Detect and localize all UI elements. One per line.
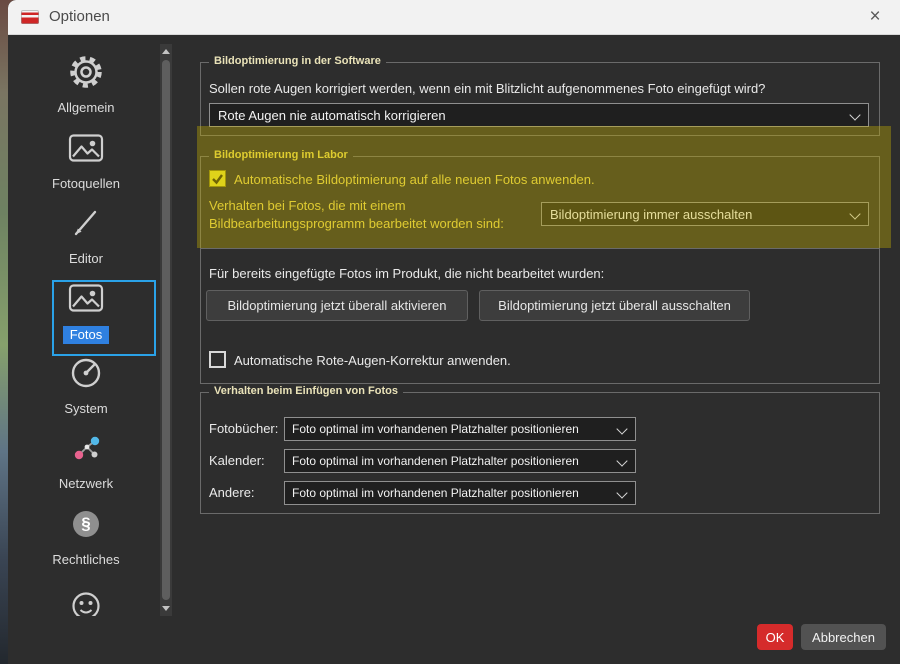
sidebar-item-label: Netzwerk — [24, 476, 148, 492]
network-icon — [24, 428, 148, 468]
fotobuecher-dropdown[interactable]: Foto optimal im vorhandenen Platzhalter … — [284, 417, 636, 441]
andere-label: Andere: — [209, 485, 255, 500]
auto-optimize-label: Automatische Bildoptimierung auf alle ne… — [234, 172, 595, 187]
photo-icon — [24, 128, 148, 168]
sidebar-scrollbar[interactable] — [160, 44, 172, 616]
sidebar-item-label: Editor — [24, 251, 148, 267]
screen: Optionen × Allgemein — [0, 0, 900, 664]
gear-icon — [24, 52, 148, 92]
group-software-optimization: Bildoptimierung in der Software Sollen r… — [200, 62, 880, 136]
titlebar: Optionen × — [8, 0, 900, 35]
group-title: Verhalten beim Einfügen von Fotos — [209, 385, 403, 397]
group-insert-behavior: Verhalten beim Einfügen von Fotos Fotobü… — [200, 392, 880, 514]
sidebar-item-label: Rechtliches — [24, 552, 148, 568]
chevron-down-icon — [616, 423, 627, 434]
chevron-down-icon — [849, 109, 860, 120]
edited-behavior-label-line1: Verhalten bei Fotos, die mit einem — [209, 198, 406, 213]
scrollbar-thumb[interactable] — [162, 60, 170, 600]
paragraph-icon: § — [24, 504, 148, 544]
close-icon[interactable]: × — [862, 4, 888, 30]
sidebar-item-label: Allgemein — [24, 100, 148, 116]
gauge-icon — [24, 353, 148, 393]
deactivate-everywhere-button[interactable]: Bildoptimierung jetzt überall ausschalte… — [479, 290, 750, 321]
edited-behavior-dropdown[interactable]: Bildoptimierung immer ausschalten — [541, 202, 869, 226]
sidebar-item-netzwerk[interactable]: Netzwerk — [24, 428, 148, 492]
ok-button[interactable]: OK — [757, 624, 793, 650]
divider — [201, 248, 879, 249]
sidebar-item-label: Fotos — [24, 326, 148, 344]
sidebar-item-rechtliches[interactable]: § Rechtliches — [24, 504, 148, 568]
app-logo-icon — [21, 10, 39, 24]
chevron-down-icon — [616, 487, 627, 498]
chevron-down-icon — [616, 455, 627, 466]
scroll-down-icon[interactable] — [162, 606, 170, 611]
kalender-dropdown[interactable]: Foto optimal im vorhandenen Platzhalter … — [284, 449, 636, 473]
sidebar-item-label: System — [24, 401, 148, 417]
redeye-correction-label: Automatische Rote-Augen-Korrektur anwend… — [234, 353, 511, 368]
group-lab-optimization: Bildoptimierung im Labor Automatische Bi… — [200, 156, 880, 384]
kalender-label: Kalender: — [209, 453, 265, 468]
options-dialog: Optionen × Allgemein — [8, 0, 900, 664]
fotobuecher-label: Fotobücher: — [209, 421, 278, 436]
photo-icon — [24, 278, 148, 318]
andere-dropdown[interactable]: Foto optimal im vorhandenen Platzhalter … — [284, 481, 636, 505]
redeye-correction-checkbox[interactable] — [209, 351, 226, 368]
redeye-dropdown[interactable]: Rote Augen nie automatisch korrigieren — [209, 103, 869, 127]
sidebar-item-label: Fotoquellen — [24, 176, 148, 192]
chevron-down-icon — [849, 208, 860, 219]
group-title: Bildoptimierung in der Software — [209, 55, 386, 67]
sidebar-item-fotos[interactable]: Fotos — [24, 278, 148, 344]
sidebar-item-feedback[interactable] — [24, 588, 148, 616]
sidebar-item-system[interactable]: System — [24, 353, 148, 417]
sidebar: Allgemein Fotoquellen — [14, 44, 172, 616]
cancel-button[interactable]: Abbrechen — [801, 624, 886, 650]
edited-behavior-label-line2: Bildbearbeitungsprogramm bearbeitet word… — [209, 216, 504, 231]
auto-optimize-checkbox[interactable] — [209, 170, 226, 187]
window-title: Optionen — [49, 8, 110, 25]
pen-icon — [24, 203, 148, 243]
sidebar-item-editor[interactable]: Editor — [24, 203, 148, 267]
selected-label-highlight: Fotos — [63, 326, 110, 344]
sidebar-item-fotoquellen[interactable]: Fotoquellen — [24, 128, 148, 192]
redeye-question-text: Sollen rote Augen korrigiert werden, wen… — [209, 81, 765, 96]
activate-everywhere-button[interactable]: Bildoptimierung jetzt überall aktivieren — [206, 290, 468, 321]
sidebar-item-allgemein[interactable]: Allgemein — [24, 52, 148, 116]
group-title: Bildoptimierung im Labor — [209, 149, 353, 161]
smiley-icon — [24, 588, 148, 616]
scroll-up-icon[interactable] — [162, 49, 170, 54]
existing-photos-text: Für bereits eingefügte Fotos im Produkt,… — [209, 266, 604, 281]
check-icon — [210, 171, 225, 186]
